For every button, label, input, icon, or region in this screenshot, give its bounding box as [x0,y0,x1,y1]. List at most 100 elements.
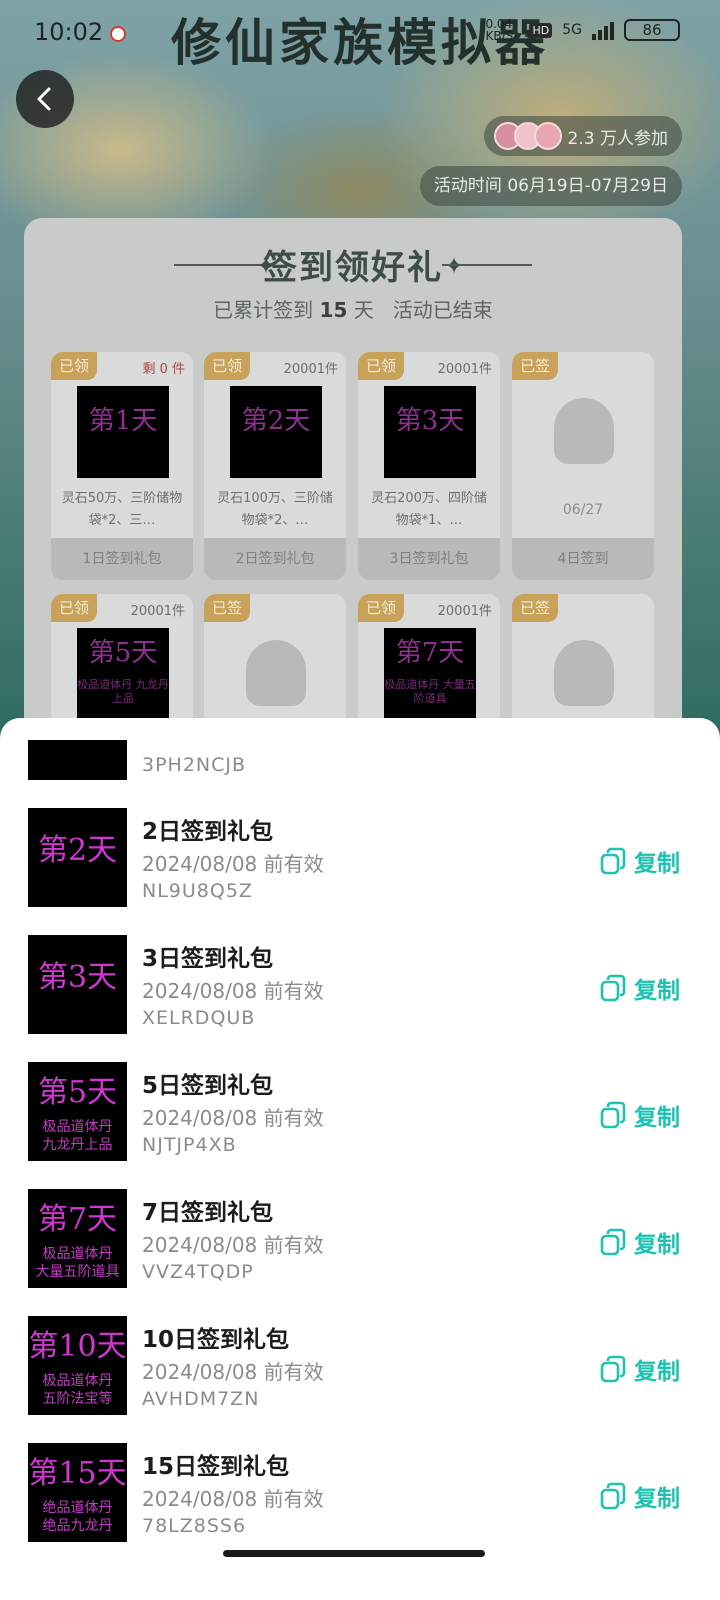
gift-list-item: 第3天 3日签到礼包 2024/08/08 前有效 XELRDQUB 复制 [0,935,720,1062]
gift-thumbnail: 第3天 [28,935,127,1034]
back-button[interactable] [16,70,74,128]
claimed-tag: 已领 [358,352,404,380]
gift-name: 3日签到礼包 [142,946,274,972]
gift-code: 3PH2NCJB [142,754,247,776]
gift-footer: 2日签到礼包 [204,538,346,580]
gift-thumbnail: 第7天 极品道体丹 大量五阶道具 [28,1189,127,1288]
signal-icon [592,20,614,40]
gift-name: 15日签到礼包 [142,1454,290,1480]
battery-icon: 86 [624,19,680,41]
participants-badge: 2.3 万人参加 [483,116,682,156]
gift-validity: 2024/08/08 前有效 [142,1106,324,1130]
gift-name: 10日签到礼包 [142,1327,290,1353]
gift-code: XELRDQUB [142,1007,256,1029]
gift-description: 灵石200万、四阶储物袋*1、… [371,491,487,528]
gift-list-item-partial: 3PH2NCJB [0,718,720,809]
status-bar: 10:02 0.04 KB/S HD 5G 86 [0,0,720,64]
gift-name: 2日签到礼包 [142,819,274,845]
copy-button[interactable]: 复制 [600,1098,680,1132]
gift-thumbnail: 第1天 [77,386,169,478]
copy-button[interactable]: 复制 [600,1479,680,1513]
gift-thumbnail: 第2天 [230,386,322,478]
gift-thumbnail: 第5天 极品道体丹 九龙丹上品 [28,1062,127,1161]
stock-count: 20001件 [130,604,185,619]
status-time: 10:02 [34,18,104,46]
signin-summary: 已累计签到 15 天 活动已结束 [213,298,493,322]
copy-icon [600,1101,626,1129]
gift-thumbnail [28,740,127,780]
title-decoration-right [442,264,532,266]
signin-title: 签到领好礼 [263,248,443,288]
gift-thumbnail: 第15天 绝品道体丹 绝品九龙丹 [28,1443,127,1542]
gift-validity: 2024/08/08 前有效 [142,1487,324,1511]
copy-button[interactable]: 复制 [600,971,680,1005]
gift-code: NJTJP4XB [142,1134,237,1156]
claimed-tag: 已领 [51,352,97,380]
gift-footer: 1日签到礼包 [51,538,193,580]
gift-validity: 2024/08/08 前有效 [142,1360,324,1384]
gift-validity: 2024/08/08 前有效 [142,1233,324,1257]
gift-list-item: 第10天 极品道体丹 五阶法宝等 10日签到礼包 2024/08/08 前有效 … [0,1316,720,1443]
gift-code: AVHDM7ZN [142,1388,260,1410]
gift-code: VVZ4TQDP [142,1261,254,1283]
copy-icon [600,1482,626,1510]
copy-button[interactable]: 复制 [600,1225,680,1259]
copy-button[interactable]: 复制 [600,1352,680,1386]
hd-icon: HD [529,22,553,38]
copy-icon [600,1355,626,1383]
signed-tag: 已签 [512,352,558,380]
gift-description: 灵石50万、三阶储物袋*2、三… [61,491,183,528]
copy-icon [600,974,626,1002]
claimed-tag: 已领 [358,594,404,622]
chevron-left-icon [37,87,51,111]
signin-days-count: 15 [319,298,348,322]
gift-list-item: 第7天 极品道体丹 大量五阶道具 7日签到礼包 2024/08/08 前有效 V… [0,1189,720,1316]
gift-name: 7日签到礼包 [142,1200,274,1226]
signin-date: 06/27 [562,502,604,518]
copy-icon [600,1228,626,1256]
stock-count: 20001件 [437,362,492,377]
activity-time: 活动时间 06月19日-07月29日 [419,166,682,206]
gift-footer: 3日签到礼包 [358,538,500,580]
mascot-placeholder-icon [554,398,614,464]
signed-tag: 已签 [512,594,558,622]
gift-code-sheet[interactable]: 3PH2NCJB 第2天 2日签到礼包 2024/08/08 前有效 NL9U8… [0,718,720,1600]
claimed-tag: 已领 [51,594,97,622]
gift-list-item: 第5天 极品道体丹 九龙丹上品 5日签到礼包 2024/08/08 前有效 NJ… [0,1062,720,1189]
gift-list-item: 第2天 2日签到礼包 2024/08/08 前有效 NL9U8Q5Z 复制 [0,808,720,935]
gift-name: 5日签到礼包 [142,1073,274,1099]
signin-card: ✦ 签到领好礼 ✦ 已累计签到 15 天 活动已结束 已领 剩 0 件 第1天 … [24,218,682,760]
status-indicators: 0.04 KB/S HD 5G 86 [485,18,680,42]
gift-thumbnail: 第7天 极品道体丹 大量五阶道具 [384,628,476,720]
gift-code: 78LZ8SS6 [142,1515,247,1537]
activity-status: 活动已结束 [392,298,493,322]
signin-tile-day3[interactable]: 已领 20001件 第3天 灵石200万、四阶储物袋*1、… 3日签到礼包 [358,352,500,580]
signin-tile-day2[interactable]: 已领 20001件 第2天 灵石100万、三阶储物袋*2、… 2日签到礼包 [204,352,346,580]
gift-validity: 2024/08/08 前有效 [142,979,324,1003]
stock-count: 20001件 [437,604,492,619]
gift-description: 灵石100万、三阶储物袋*2、… [217,491,333,528]
gift-thumbnail: 第3天 [384,386,476,478]
activity-page-background: 修仙家族模拟器 10:02 0.04 KB/S HD 5G 86 2.3 万人参… [0,0,720,760]
participants-count: 2.3 万人参加 [567,128,668,149]
copy-icon [600,847,626,875]
network-speed: 0.04 KB/S [485,17,514,43]
gift-thumbnail: 第5天 极品道体丹 九龙丹上品 [77,628,169,720]
network-type: 5G [562,22,582,38]
avatar-group [493,122,562,150]
gift-code: NL9U8Q5Z [142,880,253,902]
stock-count: 20001件 [283,362,338,377]
mascot-placeholder-icon [554,640,614,706]
notification-icon [110,26,126,42]
gift-thumbnail: 第2天 [28,808,127,907]
gift-footer: 4日签到 [512,538,654,580]
signed-tag: 已签 [204,594,250,622]
copy-button[interactable]: 复制 [600,844,680,878]
sparkle-icon: ✦ [444,252,465,280]
mascot-placeholder-icon [246,640,306,706]
gift-validity: 2024/08/08 前有效 [142,852,324,876]
claimed-tag: 已领 [204,352,250,380]
signin-tile-day1[interactable]: 已领 剩 0 件 第1天 灵石50万、三阶储物袋*2、三… 1日签到礼包 [51,352,193,580]
home-indicator[interactable] [223,1550,485,1557]
signin-tile-day4[interactable]: 已签 06/27 4日签到 [512,352,654,580]
